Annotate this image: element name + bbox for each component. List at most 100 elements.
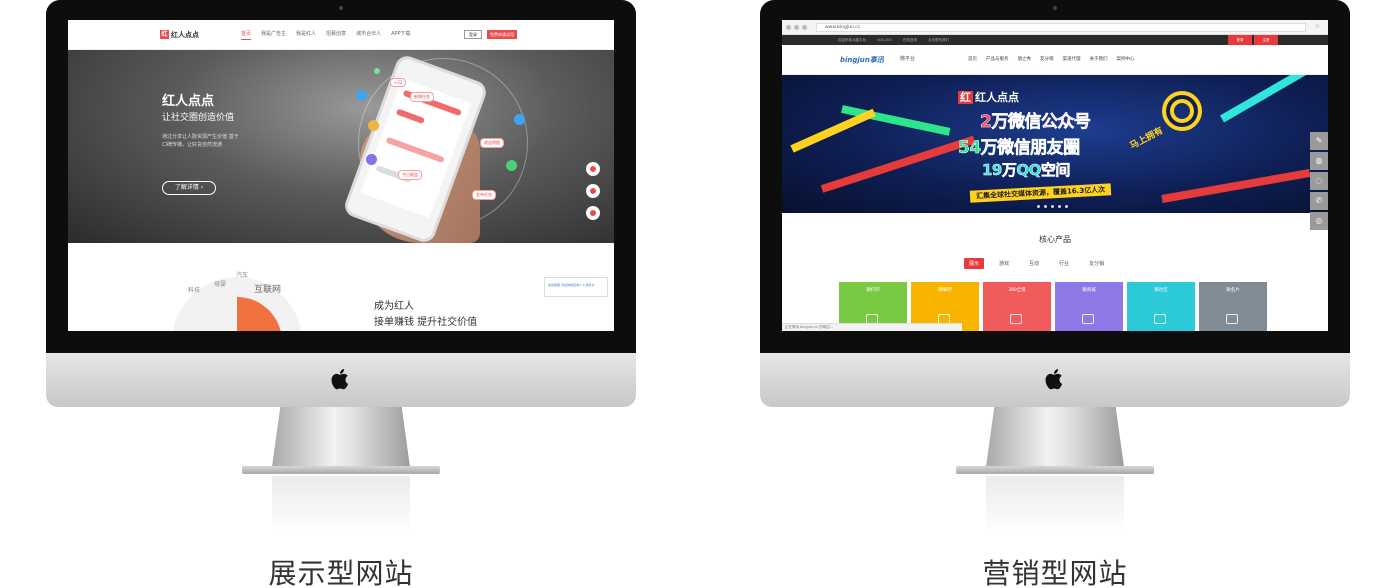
chat-icon[interactable]: ◌ [1310, 172, 1328, 190]
pencil-icon[interactable]: ✎ [1310, 132, 1328, 150]
stand-reflection [986, 476, 1124, 536]
imac-stand-neck [986, 407, 1124, 467]
menu-item-agents[interactable]: 渠道代理 [1063, 56, 1081, 62]
chat-widget[interactable]: 在线客服 可加微信咨询 1.0 版售价 [544, 277, 608, 297]
carousel-dot[interactable] [1051, 205, 1054, 208]
tab-show[interactable]: 展示 [964, 258, 985, 269]
menu-item-cases[interactable]: 案例中心 [1117, 56, 1135, 62]
phone-social-button[interactable] [586, 162, 600, 176]
logo-subtitle: 微平台 [900, 56, 916, 62]
close-icon[interactable] [802, 25, 807, 30]
section-title: 成为红人 [374, 301, 414, 312]
phone-tag: +22 [390, 78, 407, 87]
fire-social-button[interactable] [586, 206, 600, 220]
qq-icon[interactable]: ◍ [1310, 152, 1328, 170]
section-title: 核心产品 [1039, 235, 1071, 244]
imac-stand-foot [242, 466, 440, 474]
login-button[interactable]: 登录 [464, 30, 482, 39]
screen-bezel: 红 红人点点 首页 我是广告主 我是红人 招募创意 城市合伙人 APP下载 登录… [46, 0, 636, 353]
imac-stand-neck [272, 407, 410, 467]
hero-description: 通过分享让人脉资源产生价值 基于口碑传播，让好货自然流通 [162, 134, 239, 148]
banner-line-3: 19万QQ空间 [982, 161, 1071, 180]
section-tagline: 接单赚钱 提升社交价值 [374, 317, 478, 328]
showcase-site-screen: 红 红人点点 首页 我是广告主 我是红人 招募创意 城市合伙人 APP下载 登录… [68, 20, 614, 331]
showcase-caption: 展示型网站 [268, 557, 414, 588]
apple-logo-icon [1045, 369, 1063, 390]
register-button[interactable]: 注册 [1254, 35, 1278, 45]
wheel-word: 互联网 [254, 285, 282, 295]
topbar-text: 400-400 [877, 38, 892, 42]
brand-mark-icon: 红 [958, 91, 973, 104]
menu-item-about[interactable]: 关于我们 [1090, 56, 1108, 62]
browser-toolbar: www.bingjun.cc ☆ [782, 20, 1328, 35]
forward-icon[interactable] [794, 25, 799, 30]
carousel-dot[interactable] [1065, 205, 1068, 208]
topbar-text[interactable]: 点击联系我们 [928, 38, 949, 42]
phone-icon [590, 166, 596, 172]
shop-icon [1082, 314, 1094, 324]
menu-item-home[interactable]: 首页 [968, 56, 977, 62]
product-tile[interactable]: 360全景 [983, 282, 1051, 331]
address-bar[interactable]: www.bingjun.cc [816, 23, 1306, 32]
hero-banner: +22 新增任务 收益明细 今日收益 发布任务 红人点点 让社交圈创造价值 通过… [68, 50, 614, 243]
menu-item-show[interactable]: 朋之秀 [1018, 56, 1032, 62]
dot-icon [374, 68, 380, 74]
phone-tag: 新增任务 [410, 92, 434, 102]
phone-tag: 发布任务 [472, 190, 496, 200]
tab-games[interactable]: 游戏 [994, 258, 1014, 269]
menu-item-distribution[interactable]: 友分销 [1040, 56, 1054, 62]
phone-tag: 今日收益 [398, 170, 422, 180]
menu-item-services[interactable]: 产品与服务 [986, 56, 1009, 62]
heart-icon [1154, 314, 1166, 324]
fire-icon [590, 210, 596, 216]
imac-stand-foot [956, 466, 1154, 474]
product-tile[interactable]: 微商城 [1055, 282, 1123, 331]
site-logo[interactable]: 红 红人点点 [160, 30, 199, 40]
camera-dot [339, 6, 343, 10]
menu-item-creative[interactable]: 招募创意 [326, 30, 346, 40]
menu-item-advertiser[interactable]: 我是广告主 [261, 30, 286, 40]
message-icon [514, 114, 525, 125]
tile-label: 微商城 [1082, 288, 1096, 293]
marketing-site-screen: www.bingjun.cc ☆ 欢迎来到冰晶平台 400-400 在线咨询 点… [782, 20, 1328, 331]
phone-icon[interactable]: ✆ [1310, 192, 1328, 210]
user-icon [366, 154, 377, 165]
tab-distribution[interactable]: 友分销 [1084, 258, 1109, 269]
product-tile[interactable]: 微名片 [1199, 282, 1267, 331]
wheel-word: 母婴 [214, 281, 227, 288]
menu-item-app[interactable]: APP下载 [391, 30, 410, 40]
camera-dot [1053, 6, 1057, 10]
carousel-dots [1037, 205, 1068, 208]
star-icon [368, 120, 379, 131]
hero-title: 红人点点 [162, 94, 215, 109]
tab-industry[interactable]: 行业 [1054, 258, 1074, 269]
login-button[interactable]: 登录 [1228, 35, 1252, 45]
tab-interactive[interactable]: 互动 [1024, 258, 1044, 269]
wheel-word: 汽车 [236, 272, 249, 279]
product-tile[interactable]: 微社区 [1127, 282, 1195, 331]
wechat-icon[interactable]: ◎ [1310, 212, 1328, 230]
learn-more-button[interactable]: 了解详情 › [162, 181, 216, 195]
tile-label: 微名片 [1226, 288, 1240, 293]
carousel-dot[interactable] [1044, 205, 1047, 208]
target-icon [1162, 91, 1202, 131]
bookmark-star-icon[interactable]: ☆ [1315, 23, 1320, 30]
browser-status-bar: 正在等待 bingjun.cc 的响应... [782, 323, 962, 331]
menu-item-partner[interactable]: 城市合伙人 [356, 30, 381, 40]
menu-item-home[interactable]: 首页 [241, 30, 252, 40]
back-icon[interactable] [786, 25, 791, 30]
tile-label: 360全景 [1008, 288, 1026, 293]
site-logo[interactable]: bingjun事迅 [840, 55, 884, 65]
banner-line-1: 2万微信公众号 [980, 112, 1091, 133]
promo-banner[interactable]: 红红人点点 2万微信公众号 54万微信朋友圈 19万QQ空间 马上拥有 汇集全球… [782, 75, 1328, 213]
tile-label: 微社区 [1154, 288, 1168, 293]
free-trial-button[interactable]: 免费申请试用 [487, 30, 517, 39]
topbar-text[interactable]: 在线咨询 [903, 38, 917, 42]
menu-item-influencer[interactable]: 我是红人 [296, 30, 316, 40]
carousel-dot[interactable] [1058, 205, 1061, 208]
bell-icon [506, 160, 517, 171]
stand-reflection [272, 476, 410, 536]
carousel-dot[interactable] [1037, 205, 1040, 208]
weibo-social-button[interactable] [586, 184, 600, 198]
imac-display-marketing: www.bingjun.cc ☆ 欢迎来到冰晶平台 400-400 在线咨询 点… [760, 0, 1350, 588]
